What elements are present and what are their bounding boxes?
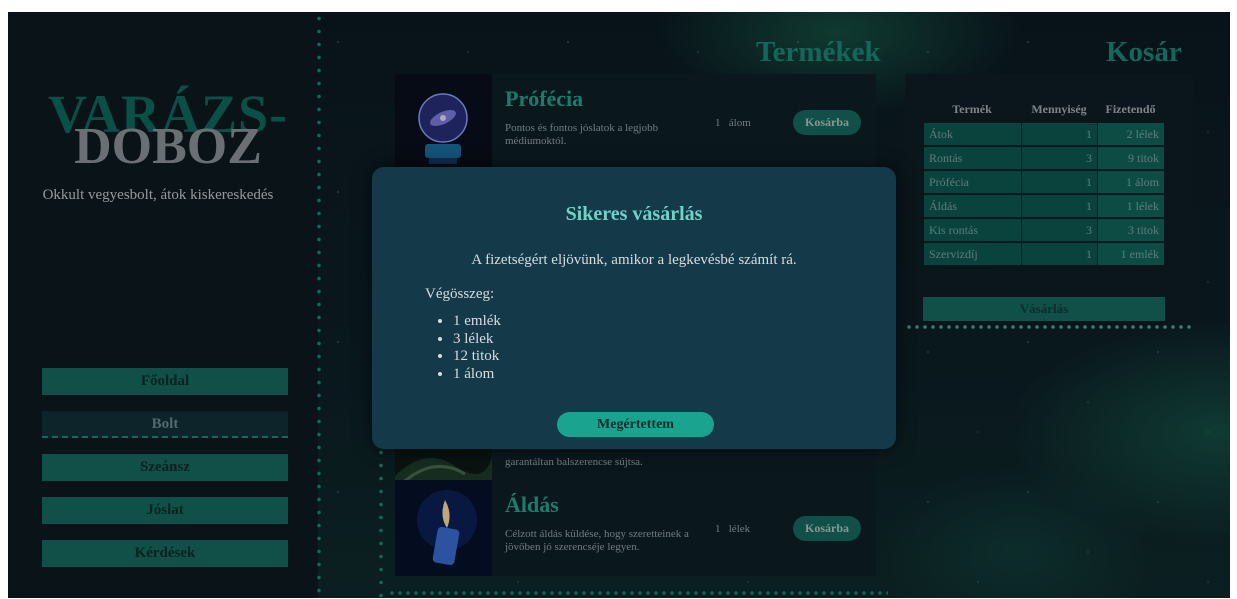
list-item: 3 lélek — [453, 331, 501, 349]
list-item: 1 álom — [453, 366, 501, 384]
page-frame: VARÁZS- DOBOZ Okkult vegyesbolt, átok ki… — [8, 12, 1230, 598]
purchase-success-modal: Sikeres vásárlás A fizetségért eljövünk,… — [372, 167, 896, 449]
total-label: Végösszeg: — [425, 286, 495, 302]
list-item: 1 emlék — [453, 313, 501, 331]
totals-list: 1 emlék 3 lélek 12 titok 1 álom — [427, 313, 501, 383]
modal-message: A fizetségért eljövünk, amikor a legkevé… — [471, 252, 797, 268]
understood-button[interactable]: Megértettem — [557, 412, 714, 437]
list-item: 12 titok — [453, 348, 501, 366]
modal-title: Sikeres vásárlás — [565, 203, 703, 225]
